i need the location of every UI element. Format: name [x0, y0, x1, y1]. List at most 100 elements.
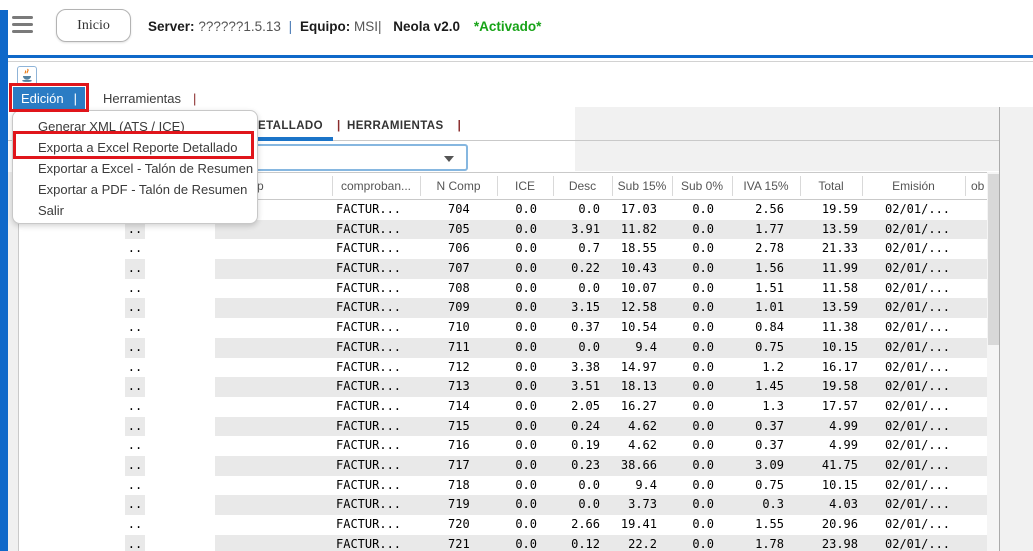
cell-tipo	[215, 377, 332, 397]
cell-expander[interactable]: ..	[125, 239, 145, 259]
cell-emision: 02/01/...	[862, 259, 965, 279]
cell-ncomp: 721	[420, 535, 497, 551]
header-separator	[862, 176, 863, 196]
header-separator	[332, 176, 333, 196]
cell-comprobante: FACTUR...	[332, 200, 420, 220]
cell-sub15: 18.55	[612, 239, 672, 259]
table-row[interactable]: ..FACTUR...7060.00.718.550.02.7821.3302/…	[19, 239, 987, 259]
cell-expander[interactable]: ..	[125, 377, 145, 397]
scrollbar-thumb[interactable]	[988, 174, 999, 345]
menu-item-generar-xml-ats-ice[interactable]: Generar XML (ATS / ICE)	[13, 116, 257, 137]
cell-tipo	[215, 456, 332, 476]
cell-sub0: 0.0	[672, 200, 732, 220]
column-header-ncomp[interactable]: N Comp	[420, 173, 497, 199]
cell-desc: 0.7	[553, 239, 612, 259]
cell-blank	[19, 515, 125, 535]
cell-tipo	[215, 495, 332, 515]
cell-ncomp: 714	[420, 397, 497, 417]
cell-total: 10.15	[800, 338, 862, 358]
inicio-button[interactable]: Inicio	[56, 9, 131, 42]
table-row[interactable]: ..FACTUR...7080.00.010.070.01.5111.5802/…	[19, 279, 987, 299]
table-row[interactable]: ..FACTUR...7160.00.194.620.00.374.9902/0…	[19, 436, 987, 456]
cell-expander[interactable]: ..	[125, 456, 145, 476]
column-header-comprobante[interactable]: comproban...	[332, 173, 420, 199]
cell-expander[interactable]: ..	[125, 318, 145, 338]
column-header-ice[interactable]: ICE	[497, 173, 553, 199]
chevron-down-icon[interactable]	[444, 156, 454, 162]
column-header-obs[interactable]: ob	[965, 173, 987, 199]
table-row[interactable]: ..FACTUR...7190.00.03.730.00.34.0302/01/…	[19, 495, 987, 515]
table-row[interactable]: ..FACTUR...7170.00.2338.660.03.0941.7502…	[19, 456, 987, 476]
cell-expander[interactable]: ..	[125, 358, 145, 378]
column-header-sub0[interactable]: Sub 0%	[672, 173, 732, 199]
cell-expander[interactable]: ..	[125, 279, 145, 299]
table-row[interactable]: ..FACTUR...7180.00.09.40.00.7510.1502/01…	[19, 476, 987, 496]
header-separator	[800, 176, 801, 196]
cell-blank	[19, 279, 125, 299]
cell-expander[interactable]: ..	[125, 495, 145, 515]
tab-herramientas[interactable]: HERRAMIENTAS |	[347, 113, 461, 139]
table-row[interactable]: ..FACTUR...7210.00.1222.20.01.7823.9802/…	[19, 535, 987, 551]
column-header-total[interactable]: Total	[800, 173, 862, 199]
cell-sub15: 10.07	[612, 279, 672, 299]
cell-comprobante: FACTUR...	[332, 358, 420, 378]
cell-iva15: 1.55	[732, 515, 800, 535]
cell-emision: 02/01/...	[862, 239, 965, 259]
cell-comprobante: FACTUR...	[332, 476, 420, 496]
hamburger-menu-icon[interactable]	[12, 16, 34, 33]
table-row[interactable]: ..FACTUR...7070.00.2210.430.01.5611.9902…	[19, 259, 987, 279]
java-app-icon[interactable]	[17, 66, 37, 86]
column-header-desc[interactable]: Desc	[553, 173, 612, 199]
cell-ncomp: 718	[420, 476, 497, 496]
cell-emision: 02/01/...	[862, 318, 965, 338]
cell-ice: 0.0	[497, 535, 553, 551]
cell-blank	[145, 515, 215, 535]
table-row[interactable]: ..FACTUR...7090.03.1512.580.01.0113.5902…	[19, 298, 987, 318]
column-header-emision[interactable]: Emisión	[862, 173, 965, 199]
cell-tipo	[215, 279, 332, 299]
cell-expander[interactable]: ..	[125, 515, 145, 535]
table-row[interactable]: ..FACTUR...7200.02.6619.410.01.5520.9602…	[19, 515, 987, 535]
cell-desc: 2.66	[553, 515, 612, 535]
tab-herramientas-pipe: |	[458, 120, 462, 132]
menu-item-salir[interactable]: Salir	[13, 200, 257, 221]
menu-edicion[interactable]: Edición |	[13, 87, 85, 109]
column-header-sub15[interactable]: Sub 15%	[612, 173, 672, 199]
cell-emision: 02/01/...	[862, 298, 965, 318]
cell-expander[interactable]: ..	[125, 259, 145, 279]
table-row[interactable]: ..FACTUR...7130.03.5118.130.01.4519.5802…	[19, 377, 987, 397]
cell-ice: 0.0	[497, 259, 553, 279]
cell-expander[interactable]: ..	[125, 535, 145, 551]
column-header-iva15[interactable]: IVA 15%	[732, 173, 800, 199]
cell-iva15: 1.01	[732, 298, 800, 318]
cell-ice: 0.0	[497, 515, 553, 535]
cell-ncomp: 710	[420, 318, 497, 338]
menu-item-exportar-a-excel-tal-n-de-resumen[interactable]: Exportar a Excel - Talón de Resumen	[13, 158, 257, 179]
cell-ncomp: 716	[420, 436, 497, 456]
menu-herramientas[interactable]: Herramientas |	[103, 87, 196, 109]
cell-desc: 0.0	[553, 476, 612, 496]
vertical-scrollbar[interactable]	[987, 172, 999, 551]
cell-expander[interactable]: ..	[125, 397, 145, 417]
table-row[interactable]: ..FACTUR...7120.03.3814.970.01.216.1702/…	[19, 358, 987, 378]
menu-item-exportar-a-pdf-tal-n-de-resumen[interactable]: Exportar a PDF - Talón de Resumen	[13, 179, 257, 200]
cell-iva15: 3.09	[732, 456, 800, 476]
cell-iva15: 0.84	[732, 318, 800, 338]
cell-expander[interactable]: ..	[125, 476, 145, 496]
table-row[interactable]: ..FACTUR...7100.00.3710.540.00.8411.3802…	[19, 318, 987, 338]
table-row[interactable]: ..FACTUR...7140.02.0516.270.01.317.5702/…	[19, 397, 987, 417]
table-row[interactable]: ..FACTUR...7150.00.244.620.00.374.9902/0…	[19, 417, 987, 437]
cell-expander[interactable]: ..	[125, 298, 145, 318]
cell-expander[interactable]: ..	[125, 417, 145, 437]
cell-tipo	[215, 298, 332, 318]
tab-reporte-detallado[interactable]: ETALLADO |	[258, 113, 341, 139]
cell-sub15: 3.73	[612, 495, 672, 515]
menu-item-exporta-a-excel-reporte-detallado[interactable]: Exporta a Excel Reporte Detallado	[13, 137, 257, 158]
table-row[interactable]: ..FACTUR...7110.00.09.40.00.7510.1502/01…	[19, 338, 987, 358]
cell-ncomp: 708	[420, 279, 497, 299]
cell-expander[interactable]: ..	[125, 338, 145, 358]
cell-expander[interactable]: ..	[125, 436, 145, 456]
cell-emision: 02/01/...	[862, 220, 965, 240]
cell-sub15: 18.13	[612, 377, 672, 397]
table-left-gutter	[8, 172, 18, 551]
